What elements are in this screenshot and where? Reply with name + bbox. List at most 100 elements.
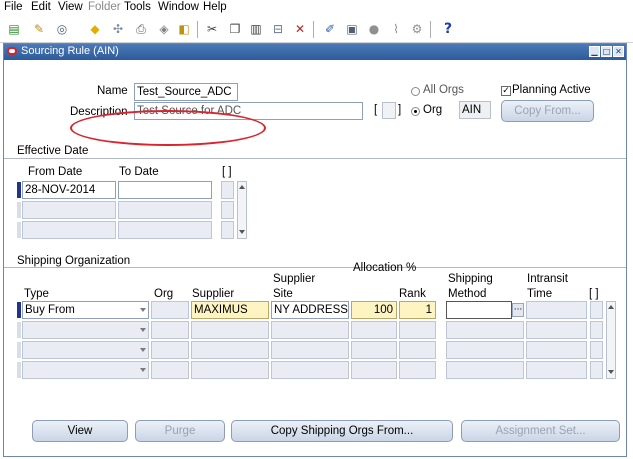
- shipping-dff-cell[interactable]: [590, 301, 603, 319]
- row-indicator[interactable]: [17, 322, 21, 338]
- date-dff-cell[interactable]: [221, 201, 234, 219]
- shipping-dff-cell[interactable]: [590, 321, 603, 339]
- print-icon[interactable]: ⎙: [133, 21, 149, 37]
- all-orgs-radio[interactable]: [411, 87, 420, 96]
- allocation-field[interactable]: [351, 321, 397, 339]
- dropdown-arrow-icon[interactable]: [140, 368, 146, 372]
- date-scrollbar[interactable]: [237, 181, 247, 239]
- navigator-icon[interactable]: ◎: [54, 21, 70, 37]
- close-form-icon[interactable]: ◈: [156, 21, 172, 37]
- attachments-icon[interactable]: ◧: [176, 21, 192, 37]
- shipping-method-field[interactable]: [446, 321, 524, 339]
- org-field[interactable]: [151, 301, 189, 319]
- type-field[interactable]: [22, 361, 149, 379]
- name-field[interactable]: Test_Source_ADC: [134, 83, 238, 101]
- rank-field[interactable]: [399, 341, 436, 359]
- save-icon[interactable]: ✣: [110, 21, 126, 37]
- date-dff-cell[interactable]: [221, 221, 234, 239]
- menu-window[interactable]: Window: [158, 1, 199, 13]
- type-field[interactable]: Buy From: [22, 301, 149, 319]
- edit-field-icon[interactable]: ✐: [322, 21, 338, 37]
- type-field[interactable]: [22, 341, 149, 359]
- maximize-icon[interactable]: □: [601, 46, 612, 57]
- purge-button[interactable]: Purge: [135, 420, 225, 442]
- folder-tools-icon[interactable]: ⚙: [409, 21, 425, 37]
- rank-field[interactable]: [399, 361, 436, 379]
- delete-record-icon[interactable]: ✕: [292, 21, 308, 37]
- allocation-field[interactable]: [351, 361, 397, 379]
- to-date-field[interactable]: [118, 221, 212, 239]
- menu-file[interactable]: File: [4, 1, 23, 13]
- supplier-field[interactable]: [191, 321, 269, 339]
- scroll-down-icon[interactable]: [608, 370, 614, 374]
- copy-shipping-orgs-button[interactable]: Copy Shipping Orgs From...: [231, 420, 453, 442]
- rank-field[interactable]: 1: [399, 301, 436, 319]
- supplier-field[interactable]: [191, 361, 269, 379]
- dropdown-arrow-icon[interactable]: [140, 328, 146, 332]
- zoom-icon[interactable]: ▣: [344, 21, 360, 37]
- copy-icon[interactable]: ❐: [227, 21, 243, 37]
- date-dff-cell[interactable]: [221, 181, 234, 199]
- to-date-field[interactable]: [118, 181, 212, 199]
- allocation-field[interactable]: [351, 341, 397, 359]
- allocation-field[interactable]: 100: [351, 301, 397, 319]
- translations-icon[interactable]: ●: [366, 21, 382, 37]
- row-indicator[interactable]: [17, 362, 21, 378]
- scroll-up-icon[interactable]: [608, 305, 614, 309]
- shipping-dff-cell[interactable]: [590, 341, 603, 359]
- new-record-icon[interactable]: ▤: [6, 21, 22, 37]
- scroll-up-icon[interactable]: [239, 185, 245, 189]
- supplier-field[interactable]: MAXIMUS: [191, 301, 269, 319]
- paste-icon[interactable]: ▥: [248, 21, 264, 37]
- row-indicator[interactable]: [17, 302, 21, 318]
- org-radio[interactable]: [411, 107, 420, 116]
- row-indicator[interactable]: [17, 202, 21, 218]
- shipping-method-field[interactable]: [446, 301, 512, 319]
- rank-field[interactable]: [399, 321, 436, 339]
- intransit-field[interactable]: [526, 301, 587, 319]
- row-indicator[interactable]: [17, 342, 21, 358]
- shipping-dff-cell[interactable]: [590, 361, 603, 379]
- supplier-site-field[interactable]: NY ADDRESS: [271, 301, 349, 319]
- intransit-field[interactable]: [526, 321, 587, 339]
- menu-help[interactable]: Help: [203, 1, 227, 13]
- descriptive-flexfield[interactable]: [382, 102, 396, 119]
- menu-folder[interactable]: Folder: [88, 1, 121, 13]
- menu-tools[interactable]: Tools: [124, 1, 151, 13]
- from-date-field[interactable]: [22, 221, 116, 239]
- help-icon[interactable]: ?: [440, 21, 456, 37]
- scroll-down-icon[interactable]: [239, 230, 245, 234]
- list-of-values-icon[interactable]: ···: [512, 303, 524, 317]
- intransit-field[interactable]: [526, 361, 587, 379]
- org-field[interactable]: [151, 341, 189, 359]
- row-indicator[interactable]: [17, 222, 21, 238]
- from-date-field[interactable]: [22, 201, 116, 219]
- org-field[interactable]: [151, 361, 189, 379]
- org-field[interactable]: [151, 321, 189, 339]
- supplier-field[interactable]: [191, 341, 269, 359]
- menu-view[interactable]: View: [58, 1, 83, 13]
- attachment-clip-icon[interactable]: ⌇: [388, 21, 404, 37]
- copy-from-button[interactable]: Copy From...: [501, 100, 594, 122]
- close-icon[interactable]: ✕: [613, 46, 624, 57]
- view-button[interactable]: View: [32, 420, 128, 442]
- shipping-method-field[interactable]: [446, 341, 524, 359]
- shipping-method-field[interactable]: [446, 361, 524, 379]
- supplier-site-field[interactable]: [271, 321, 349, 339]
- menu-edit[interactable]: Edit: [31, 1, 51, 13]
- supplier-site-field[interactable]: [271, 341, 349, 359]
- dropdown-arrow-icon[interactable]: [140, 348, 146, 352]
- intransit-field[interactable]: [526, 341, 587, 359]
- shipping-scrollbar[interactable]: [606, 301, 616, 379]
- minimize-icon[interactable]: ▁: [589, 46, 600, 57]
- dropdown-arrow-icon[interactable]: [140, 308, 146, 312]
- clear-record-icon[interactable]: ⊟: [270, 21, 286, 37]
- to-date-field[interactable]: [118, 201, 212, 219]
- cut-icon[interactable]: ✂: [204, 21, 220, 37]
- supplier-site-field[interactable]: [271, 361, 349, 379]
- open-folder-icon[interactable]: ◆: [87, 21, 103, 37]
- planning-active-checkbox[interactable]: ✓: [501, 86, 511, 96]
- from-date-field[interactable]: 28-NOV-2014: [22, 181, 116, 199]
- find-icon[interactable]: ✎: [31, 21, 47, 37]
- row-indicator[interactable]: [17, 182, 21, 198]
